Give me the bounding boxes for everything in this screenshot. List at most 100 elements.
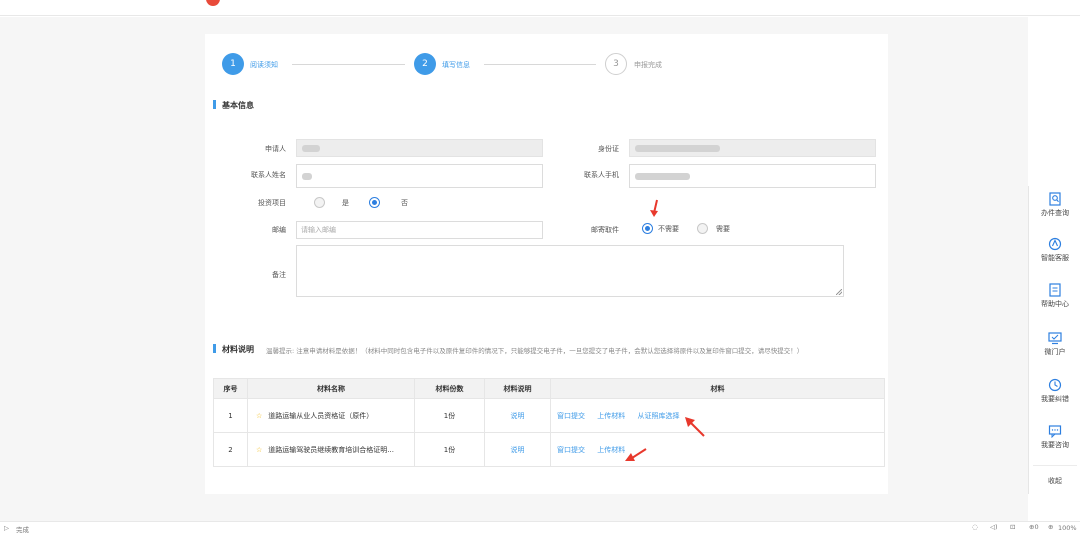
actions-cell: 窗口提交 上传材料 xyxy=(550,432,885,467)
step-connector xyxy=(484,64,596,65)
contact-phone-label: 联系人手机 xyxy=(584,171,619,179)
mail-label: 邮寄取件 xyxy=(591,226,619,234)
floating-service-panel: 办件查询 智能客服 帮助中心 微门户 我要纠错 我要咨询 收起 xyxy=(1028,186,1080,494)
table-row: 1 ☆ 道路运输从业人员资格证（原件） 1份 说明 窗口提交 上传材料 从证照库选… xyxy=(213,398,885,433)
side-item-query[interactable]: 办件查询 xyxy=(1029,192,1080,218)
applicant-field xyxy=(296,139,543,157)
side-item-consult[interactable]: 我要咨询 xyxy=(1029,424,1080,450)
window-submit-link[interactable]: 窗口提交 xyxy=(557,412,585,420)
id-card-label: 身份证 xyxy=(598,145,619,153)
material-name: 道路运输从业人员资格证（原件） xyxy=(268,411,374,420)
star-icon[interactable]: ☆ xyxy=(256,446,262,454)
window-submit-link[interactable]: 窗口提交 xyxy=(557,446,585,454)
zoom-level[interactable]: 100% xyxy=(1058,524,1077,532)
zoom-icon[interactable]: ⊕ xyxy=(1048,523,1053,531)
side-item-help[interactable]: 帮助中心 xyxy=(1029,283,1080,309)
material-name: 道路运输驾驶员继续教育培训合格证明... xyxy=(268,445,394,454)
mail-yes-radio[interactable] xyxy=(697,223,708,234)
side-item-label: 我要纠错 xyxy=(1041,395,1069,403)
actions-cell: 窗口提交 上传材料 从证照库选择 xyxy=(550,398,885,433)
postcode-input[interactable]: 请输入邮编 xyxy=(296,221,543,239)
robot-icon xyxy=(1048,237,1062,251)
side-item-label: 微门户 xyxy=(1044,348,1066,356)
section-marker xyxy=(213,100,216,109)
contact-phone-input[interactable] xyxy=(629,164,876,188)
side-item-correct[interactable]: 我要纠错 xyxy=(1029,378,1080,404)
material-name-cell: ☆ 道路运输从业人员资格证（原件） xyxy=(247,398,415,433)
redacted-value xyxy=(302,145,320,152)
side-item-label: 办件查询 xyxy=(1041,209,1069,217)
section-title-basic: 基本信息 xyxy=(222,101,254,110)
shield-icon[interactable]: ◌ xyxy=(972,523,978,531)
collapse-button[interactable]: 收起 xyxy=(1029,476,1080,486)
materials-tip: 温馨提示: 注意申请材料是依据！（材料中同时包含电子件以及原件复印件的情况下，只… xyxy=(266,347,804,355)
row-no: 2 xyxy=(213,432,248,467)
top-header xyxy=(0,0,1080,16)
invest-no-radio[interactable] xyxy=(369,197,380,208)
site-logo[interactable] xyxy=(206,0,220,6)
step-connector xyxy=(292,64,405,65)
step-1-circle: 1 xyxy=(222,53,244,75)
redacted-value xyxy=(302,173,312,180)
invest-no-label: 否 xyxy=(401,199,408,207)
material-count: 1份 xyxy=(414,432,485,467)
cert-library-link[interactable]: 从证照库选择 xyxy=(637,412,679,420)
step-3-label: 申报完成 xyxy=(634,61,662,69)
applicant-label: 申请人 xyxy=(265,145,286,153)
speaker-icon[interactable]: ◁) xyxy=(990,523,998,531)
materials-table: 序号 材料名称 材料份数 材料说明 材料 1 ☆ 道路运输从业人员资格证（原件） … xyxy=(213,378,885,467)
mail-no-label: 不需要 xyxy=(658,225,679,233)
contact-name-input[interactable] xyxy=(296,164,543,188)
table-row: 2 ☆ 道路运输驾驶员继续教育培训合格证明... 1份 说明 窗口提交 上传材料 xyxy=(213,432,885,467)
step-1-label: 阅读须知 xyxy=(250,61,278,69)
col-header: 材料份数 xyxy=(414,378,485,399)
play-icon: ▷ xyxy=(4,524,9,532)
annotation-arrow-icon xyxy=(650,199,658,217)
resize-handle[interactable] xyxy=(836,289,842,295)
side-item-label: 我要咨询 xyxy=(1041,441,1069,449)
contact-name-label: 联系人姓名 xyxy=(251,171,286,179)
invest-yes-label: 是 xyxy=(342,199,349,207)
material-name-cell: ☆ 道路运输驾驶员继续教育培训合格证明... xyxy=(247,432,415,467)
star-icon[interactable]: ☆ xyxy=(256,412,262,420)
annotation-arrow-icon xyxy=(625,448,647,461)
remark-textarea[interactable] xyxy=(296,245,844,297)
upload-material-link[interactable]: 上传材料 xyxy=(597,412,625,420)
desc-link[interactable]: 说明 xyxy=(511,412,525,420)
section-title-materials: 材料说明 xyxy=(222,345,254,354)
help-doc-icon xyxy=(1049,283,1061,297)
side-item-label: 智能客服 xyxy=(1041,254,1069,262)
col-header: 序号 xyxy=(213,378,248,399)
col-header: 材料 xyxy=(550,378,885,399)
side-item-portal[interactable]: 微门户 xyxy=(1029,331,1080,357)
invest-yes-radio[interactable] xyxy=(314,197,325,208)
desc-link-cell: 说明 xyxy=(484,432,551,467)
annotation-arrow-icon xyxy=(685,417,705,437)
section-marker xyxy=(213,344,216,353)
desc-link[interactable]: 说明 xyxy=(511,446,525,454)
postcode-label: 邮编 xyxy=(272,226,286,234)
side-item-service[interactable]: 智能客服 xyxy=(1029,237,1080,263)
step-3-circle: 3 xyxy=(605,53,627,75)
browser-status-bar: ▷ 完成 ◌ ◁) ⊡ ⊕0 ⊕ 100% xyxy=(0,521,1080,534)
monitor-icon xyxy=(1048,332,1062,345)
col-header: 材料名称 xyxy=(247,378,415,399)
side-item-label: 帮助中心 xyxy=(1041,300,1069,308)
material-count: 1份 xyxy=(414,398,485,433)
chat-icon xyxy=(1048,425,1062,438)
mail-no-radio[interactable] xyxy=(642,223,653,234)
mail-yes-label: 需要 xyxy=(716,225,730,233)
side-divider xyxy=(1033,465,1077,466)
redacted-value xyxy=(635,145,720,152)
step-2-circle: 2 xyxy=(414,53,436,75)
table-header-row: 序号 材料名称 材料份数 材料说明 材料 xyxy=(213,378,885,399)
lock-icon[interactable]: ⊡ xyxy=(1010,523,1015,531)
step-2-label: 填写信息 xyxy=(442,61,470,69)
invest-label: 投资项目 xyxy=(258,199,286,207)
desc-link-cell: 说明 xyxy=(484,398,551,433)
globe-icon[interactable]: ⊕0 xyxy=(1029,523,1039,531)
remark-label: 备注 xyxy=(272,271,286,279)
redacted-value xyxy=(635,173,690,180)
id-card-field xyxy=(629,139,876,157)
clock-icon xyxy=(1048,378,1062,392)
